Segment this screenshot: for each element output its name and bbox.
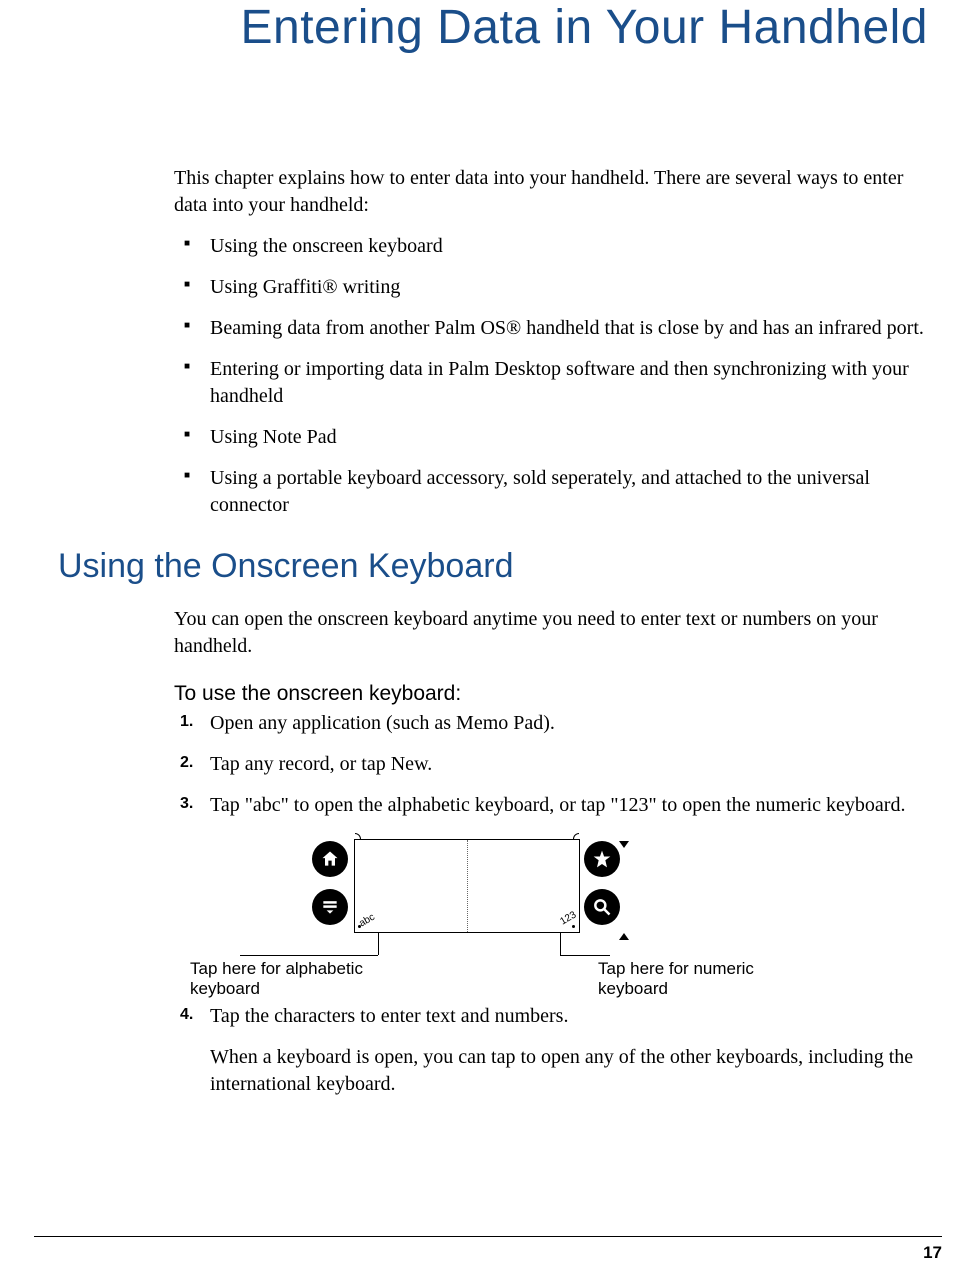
intro-paragraph: This chapter explains how to enter data … [174,165,928,219]
callout-line [240,955,378,956]
favorites-icon [584,841,620,877]
list-item: Using Graffiti® writing [210,274,928,301]
list-item: Beaming data from another Palm OS® handh… [210,315,928,342]
list-item: Using Note Pad [210,424,928,451]
callout-line [560,955,610,956]
list-item: Entering or importing data in Palm Deskt… [210,356,928,410]
section-intro: You can open the onscreen keyboard anyti… [174,606,928,660]
step-item: Tap the characters to enter text and num… [210,1003,928,1098]
procedure-steps: Open any application (such as Memo Pad).… [174,710,928,819]
list-item: Using the onscreen keyboard [210,233,928,260]
callout-line [378,933,379,955]
callout-alphabetic: Tap here for alphabetic keyboard [190,959,390,1000]
step-item: Tap any record, or tap New. [210,751,928,778]
step-text: Tap the characters to enter text and num… [210,1005,568,1027]
step-item: Open any application (such as Memo Pad). [210,710,928,737]
scroll-up-indicator-icon [619,841,629,848]
callout-numeric: Tap here for numeric keyboard [598,959,818,1000]
page-number: 17 [923,1243,942,1263]
find-icon [584,889,620,925]
list-item: Using a portable keyboard accessory, sol… [210,465,928,519]
graffiti-diagram: abc 123 Tap here for alphabetic keyboard… [200,833,880,993]
intro-bullet-list: Using the onscreen keyboard Using Graffi… [174,233,928,519]
chapter-title: Entering Data in Your Handheld [40,0,928,55]
footer-rule [34,1236,942,1237]
step-item: Tap "abc" to open the alphabetic keyboar… [210,792,928,819]
callout-line [560,933,561,955]
numeric-tap-dot [572,925,575,928]
graffiti-writing-area [354,839,580,933]
procedure-heading: To use the onscreen keyboard: [174,682,936,706]
home-icon [312,841,348,877]
scroll-down-indicator-icon [619,933,629,940]
section-heading: Using the Onscreen Keyboard [58,547,936,586]
step-note: When a keyboard is open, you can tap to … [210,1044,928,1098]
menu-icon [312,889,348,925]
procedure-steps-continued: Tap the characters to enter text and num… [174,1003,928,1098]
